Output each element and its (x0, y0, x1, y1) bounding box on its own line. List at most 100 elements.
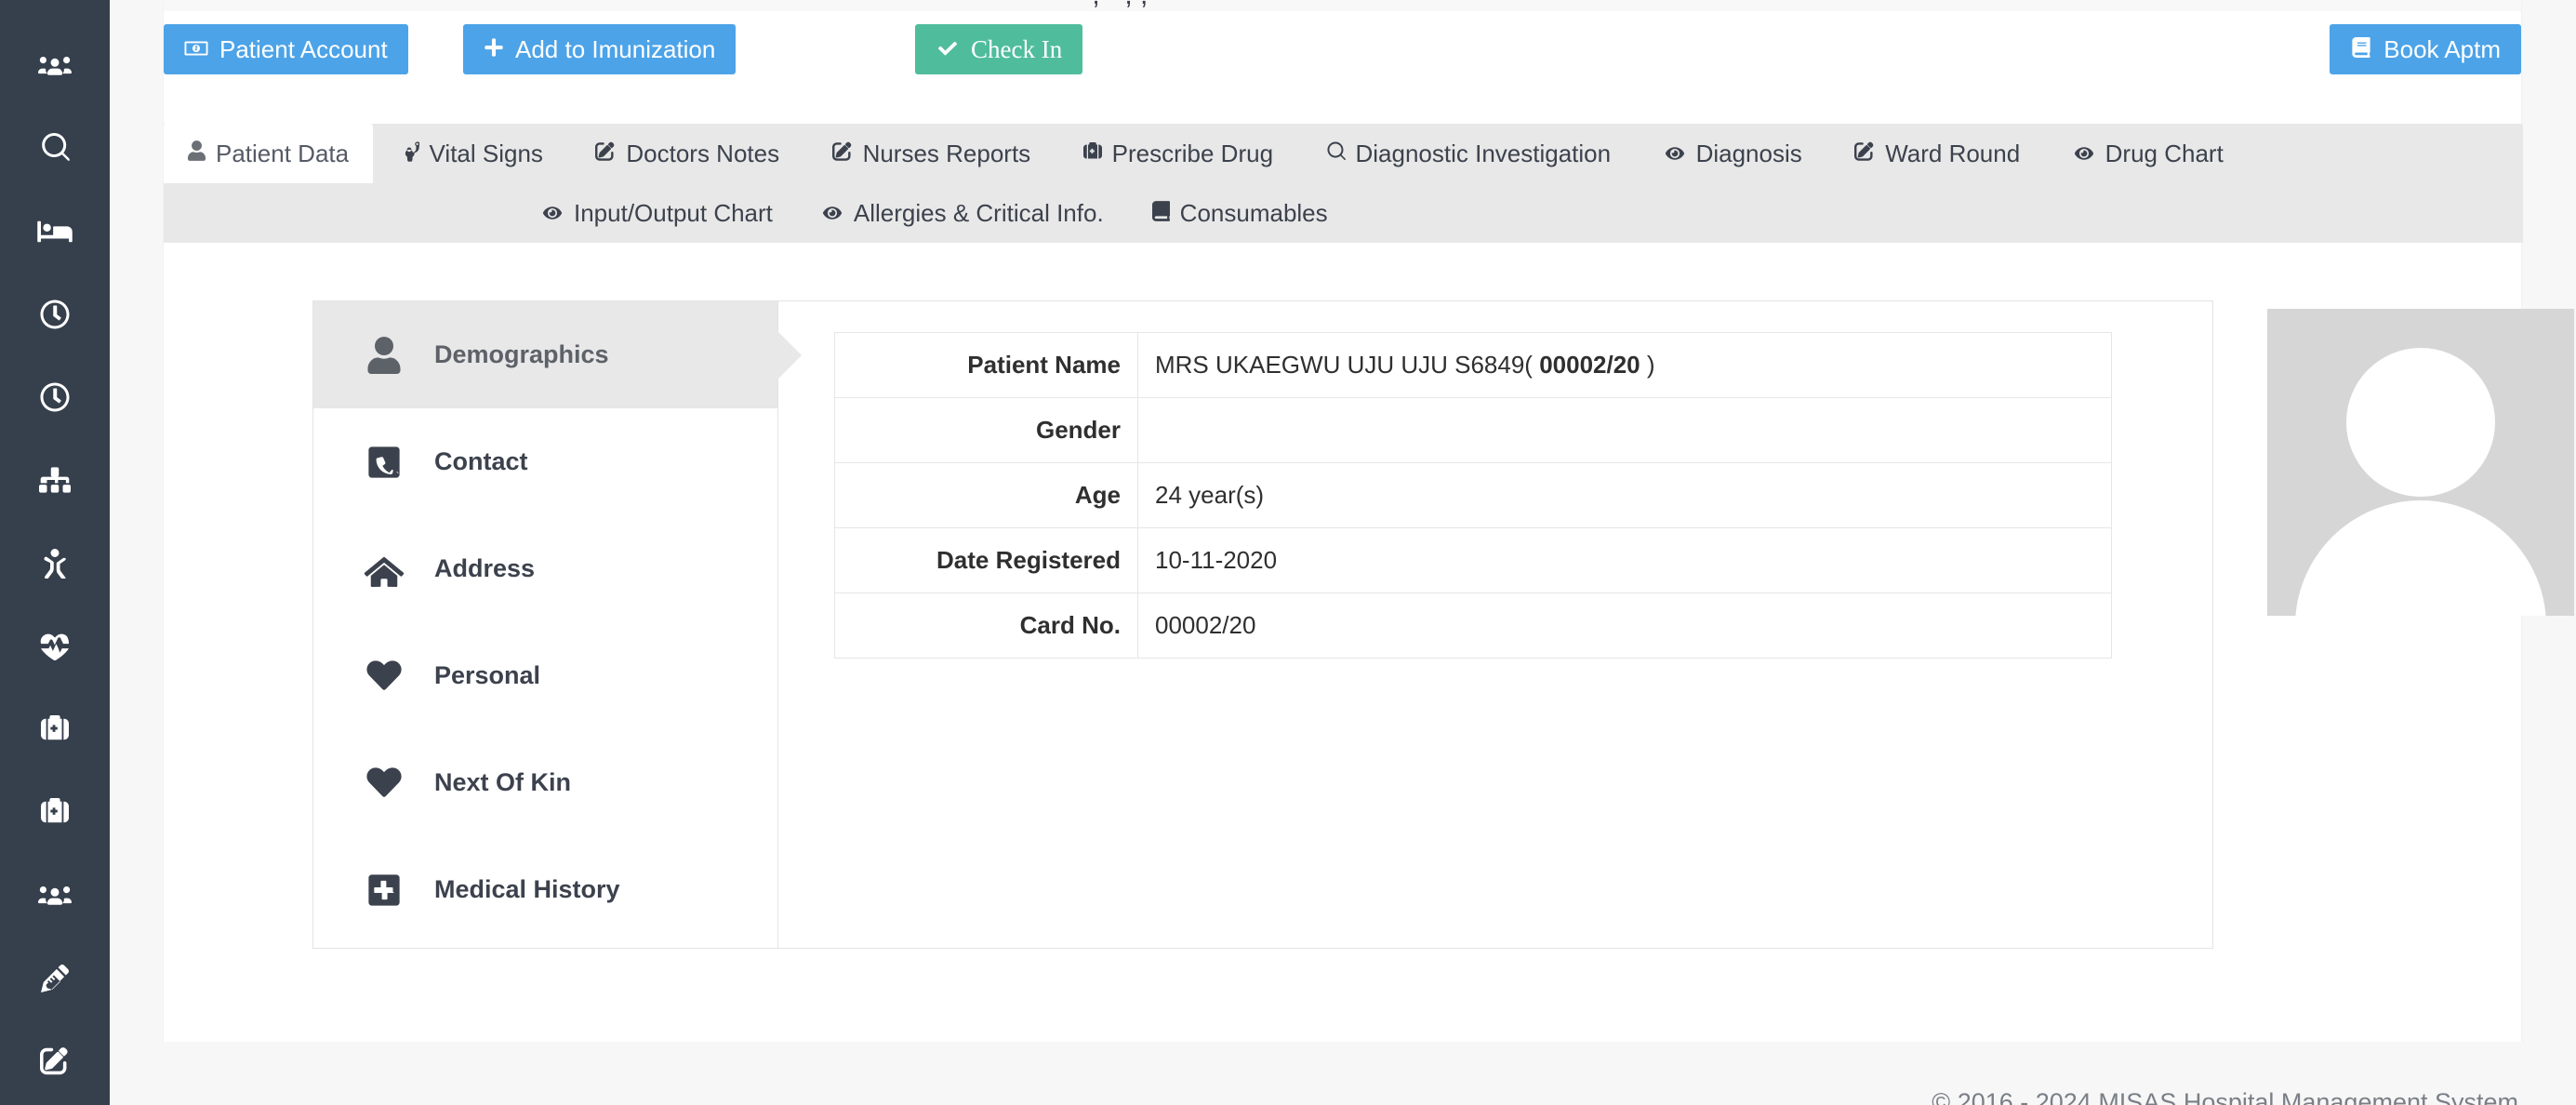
clock-icon (40, 300, 70, 334)
bed-icon (37, 218, 73, 250)
rail-item-medical-bag-1[interactable] (0, 690, 110, 773)
row-value: MRS UKAEGWU UJU UJU S6849( 00002/20 ) (1137, 332, 2112, 398)
side-nav-item-next-of-kin[interactable]: Next Of Kin (313, 729, 777, 836)
users-icon (38, 51, 72, 84)
side-nav-item-demographics[interactable]: Demographics (313, 301, 777, 408)
rail-item-search[interactable] (0, 109, 110, 192)
side-nav-item-contact[interactable]: Contact (313, 408, 777, 515)
rail-item-medical-bag-2[interactable] (0, 773, 110, 856)
pencil-icon (41, 964, 69, 997)
check-in-button[interactable]: Check In (915, 24, 1083, 74)
tab-input-output-chart[interactable]: Input/Output Chart (517, 183, 797, 243)
rail-item-sitemap[interactable] (0, 441, 110, 524)
left-icon-rail (0, 0, 110, 1105)
tab-label: Diagnostic Investigation (1355, 139, 1612, 167)
stethoscope-icon (402, 140, 420, 168)
page-footer: © 2016 - 2024 MISAS Hospital Management … (110, 1042, 2576, 1105)
patient-account-button[interactable]: Patient Account (164, 24, 408, 74)
tab-label: Drug Chart (2105, 139, 2224, 167)
tab-label: Diagnosis (1695, 139, 1802, 167)
tab-row-secondary: Input/Output Chart Allergies & Critical … (164, 183, 2523, 243)
tab-drug-chart[interactable]: Drug Chart (2049, 124, 2248, 183)
demographics-panel: Demographics Contact Address Personal Ne… (312, 300, 2213, 949)
row-label: Date Registered (834, 527, 1138, 593)
medical-bag-icon (1082, 140, 1102, 168)
tab-label: Patient Data (216, 139, 350, 167)
tab-doctors-notes[interactable]: Doctors Notes (571, 124, 803, 183)
tab-allergies-critical-info[interactable]: Allergies & Critical Info. (797, 183, 1128, 243)
rail-item-clock-2[interactable] (0, 358, 110, 441)
side-nav-label: Address (434, 554, 536, 582)
side-nav-label: Contact (434, 447, 528, 475)
eye-icon (2073, 140, 2095, 168)
rail-item-edit-square[interactable] (0, 1022, 110, 1105)
users-icon (38, 881, 72, 913)
table-row: Card No. 00002/20 (834, 592, 2112, 659)
rail-item-child[interactable] (0, 524, 110, 606)
tab-diagnosis[interactable]: Diagnosis (1640, 124, 1826, 183)
row-label: Age (834, 462, 1138, 528)
rail-item-pencil[interactable] (0, 939, 110, 1022)
plus-icon (484, 37, 504, 61)
money-bill-icon (184, 37, 208, 61)
row-value (1137, 397, 2112, 463)
user-icon (188, 140, 206, 168)
main-canvas: · , · , , Patient Account Add to Imuniza… (110, 0, 2576, 1105)
medical-bag-icon (41, 797, 69, 832)
sitemap-icon (39, 466, 71, 499)
side-nav-item-medical-history[interactable]: Medical History (313, 836, 777, 943)
row-value: 24 year(s) (1137, 462, 2112, 528)
rail-item-heartbeat[interactable] (0, 607, 110, 690)
book-aptm-label: Book Aptm (2383, 35, 2501, 63)
rail-item-bed[interactable] (0, 192, 110, 274)
action-button-bar: Patient Account Add to Imunization Check… (164, 20, 2521, 78)
tab-label: Allergies & Critical Info. (853, 198, 1104, 227)
avatar-head-shape (2346, 348, 2495, 497)
patient-name-text: MRS UKAEGWU UJU UJU S6849( (1155, 351, 1540, 379)
side-nav-label: Personal (434, 661, 541, 689)
side-nav-item-personal[interactable]: Personal (313, 622, 777, 729)
avatar (2267, 309, 2574, 616)
add-to-imunization-button[interactable]: Add to Imunization (463, 24, 737, 74)
tab-ward-round[interactable]: Ward Round (1830, 124, 2044, 183)
rail-item-users[interactable] (0, 26, 110, 109)
child-icon (43, 548, 67, 583)
rail-item-clock-1[interactable] (0, 275, 110, 358)
table-row: Date Registered 10-11-2020 (834, 527, 2112, 593)
tab-vital-signs[interactable]: Vital Signs (378, 124, 567, 183)
tab-label: Doctors Notes (626, 139, 780, 167)
tab-label: Consumables (1179, 198, 1328, 227)
tab-label: Nurses Reports (862, 139, 1031, 167)
page-title-clipped: · , · , , (164, 0, 2521, 11)
patient-tab-strip: Patient Data Vital Signs Doctors Notes N… (164, 124, 2523, 243)
edit-square-icon (40, 1046, 70, 1080)
tab-prescribe-drug[interactable]: Prescribe Drug (1059, 124, 1297, 183)
rail-item-users-2[interactable] (0, 856, 110, 939)
tab-label: Vital Signs (429, 139, 543, 167)
heartbeat-icon (37, 632, 73, 665)
search-icon (1326, 140, 1346, 168)
row-value: 00002/20 (1137, 592, 2112, 659)
tab-diagnostic-investigation[interactable]: Diagnostic Investigation (1302, 124, 1636, 183)
tab-nurses-reports[interactable]: Nurses Reports (808, 124, 1056, 183)
patient-card-no-bold: 00002/20 (1539, 351, 1640, 379)
side-nav-label: Demographics (434, 340, 609, 368)
edit-square-icon (831, 140, 853, 168)
tab-consumables[interactable]: Consumables (1128, 183, 1352, 243)
avatar-body-shape (2295, 500, 2546, 616)
app-root: · , · , , Patient Account Add to Imuniza… (0, 0, 2576, 1105)
page-title: · , · , , (1075, 0, 1148, 11)
medical-bag-icon (41, 714, 69, 749)
check-icon (936, 37, 960, 62)
tab-row-primary: Patient Data Vital Signs Doctors Notes N… (164, 124, 2523, 183)
phone-square-icon (362, 445, 406, 480)
book-aptm-button[interactable]: Book Aptm (2330, 24, 2521, 74)
tab-label: Prescribe Drug (1111, 139, 1274, 167)
side-nav-item-address[interactable]: Address (313, 515, 777, 622)
add-to-imunization-label: Add to Imunization (515, 35, 716, 63)
table-row: Patient Name MRS UKAEGWU UJU UJU S6849( … (834, 332, 2112, 398)
table-row: Age 24 year(s) (834, 462, 2112, 528)
search-icon (40, 133, 70, 167)
book-icon (1151, 199, 1170, 228)
tab-patient-data[interactable]: Patient Data (164, 124, 374, 183)
